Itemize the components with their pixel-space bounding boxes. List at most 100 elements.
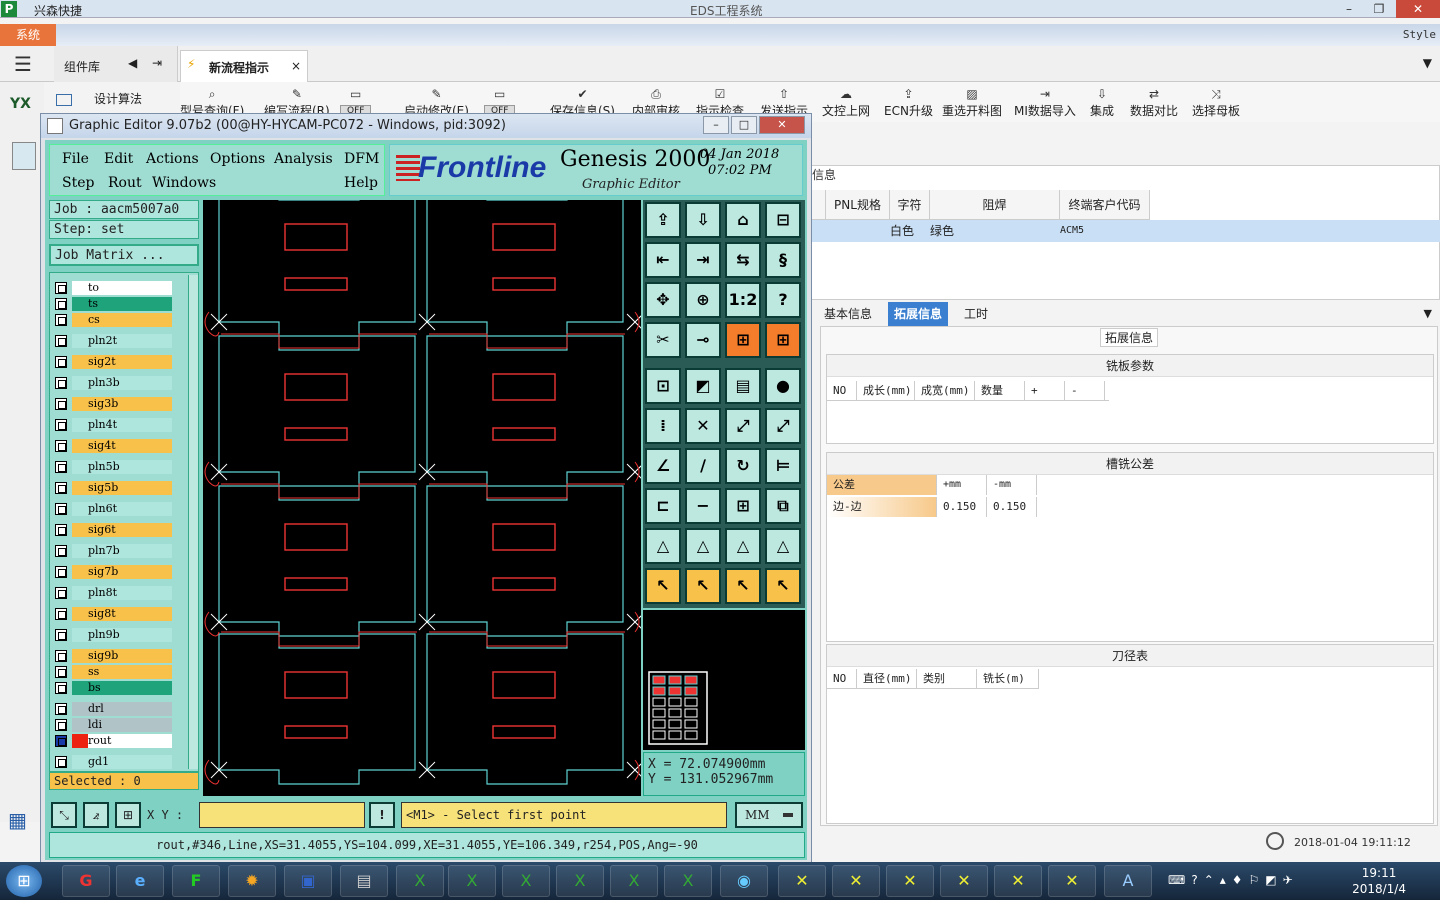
tool-col[interactable]: 类别 bbox=[917, 669, 977, 689]
menu-rout[interactable]: Rout bbox=[108, 175, 142, 191]
taskbar-genesis-icon[interactable]: ✕ bbox=[940, 865, 988, 897]
milling-col[interactable]: + bbox=[1025, 381, 1065, 401]
layer-checkbox[interactable] bbox=[55, 419, 67, 431]
layer-bs[interactable]: bs bbox=[54, 681, 172, 695]
layer-scrollbar[interactable] bbox=[188, 275, 198, 769]
layer-checkbox[interactable] bbox=[55, 482, 67, 494]
menu-file[interactable]: File bbox=[62, 151, 89, 167]
taskbar-ie-icon[interactable]: e bbox=[116, 865, 164, 897]
layer-checkbox[interactable] bbox=[55, 335, 67, 347]
layer-pln2t[interactable]: pln2t bbox=[54, 334, 172, 348]
layer-checkbox[interactable] bbox=[55, 682, 67, 694]
minus-mm-value[interactable]: 0.150 bbox=[987, 497, 1037, 517]
select-icon[interactable]: ⊏ bbox=[645, 488, 681, 524]
plus-mm-value[interactable]: 0.150 bbox=[937, 497, 987, 517]
taskbar-genesis-icon[interactable]: ✕ bbox=[1048, 865, 1096, 897]
layer-pln5b[interactable]: pln5b bbox=[54, 460, 172, 474]
tab-ext-info[interactable]: 拓展信息 bbox=[888, 302, 949, 326]
toolbar-item-12[interactable]: ⇥ MI数据导入 bbox=[1014, 86, 1076, 119]
taskbar-genesis-icon[interactable]: ✕ bbox=[886, 865, 934, 897]
layer-sig2t[interactable]: sig2t bbox=[54, 355, 172, 369]
layer-checkbox[interactable] bbox=[55, 703, 67, 715]
pointer-icon[interactable]: ↖ bbox=[645, 568, 681, 604]
milling-col[interactable]: 成长(mm) bbox=[857, 381, 915, 401]
tab-basic-info[interactable]: 基本信息 bbox=[818, 302, 878, 326]
scale-icon[interactable]: 1:2 bbox=[725, 282, 761, 318]
triangle-icon[interactable]: △ bbox=[645, 528, 681, 564]
layer-checkbox[interactable] bbox=[55, 503, 67, 515]
layer-checkbox[interactable] bbox=[55, 298, 67, 310]
zoom-measure-icon[interactable]: ⦨ bbox=[83, 802, 109, 828]
copy-icon[interactable]: ⧉ bbox=[765, 488, 801, 524]
taskbar-excel-icon[interactable]: X bbox=[556, 865, 604, 897]
graphic-canvas[interactable] bbox=[203, 200, 641, 796]
taskbar-files-icon[interactable]: ▤ bbox=[340, 865, 388, 897]
pin-icon[interactable]: ⇥ bbox=[152, 56, 162, 70]
node-icon[interactable]: ⁞ bbox=[645, 408, 681, 444]
grid-col-customer[interactable]: 终端客户代码 bbox=[1060, 190, 1150, 220]
toolbar-item-9[interactable]: ☁ 文控上网 bbox=[822, 86, 870, 119]
grid-icon[interactable]: ▦ bbox=[8, 808, 27, 832]
tool-col[interactable]: NO bbox=[827, 669, 857, 689]
layer-checkbox[interactable] bbox=[55, 666, 67, 678]
move-icon[interactable]: ⤢ bbox=[725, 408, 761, 444]
system-button[interactable]: 系统 bbox=[0, 24, 56, 46]
layer-sig7b[interactable]: sig7b bbox=[54, 565, 172, 579]
triangle-icon[interactable]: △ bbox=[765, 528, 801, 564]
layer-cs[interactable]: cs bbox=[54, 313, 172, 327]
minimize-button[interactable]: – bbox=[1334, 0, 1364, 18]
milling-col[interactable]: NO bbox=[827, 381, 857, 401]
layer-checkbox[interactable] bbox=[55, 587, 67, 599]
table-row[interactable]: 白色 绿色 ACM5 bbox=[810, 220, 1440, 242]
yx-badge[interactable]: YX bbox=[10, 96, 31, 112]
layer-pln8t[interactable]: pln8t bbox=[54, 586, 172, 600]
tool-col[interactable]: 铣长(m) bbox=[977, 669, 1039, 689]
layer-pln9b[interactable]: pln9b bbox=[54, 628, 172, 642]
next-icon[interactable]: ⇥ bbox=[685, 242, 721, 278]
layer-checkbox[interactable] bbox=[55, 398, 67, 410]
dot-icon[interactable]: ● bbox=[765, 368, 801, 404]
toolbar-item-4[interactable]: ▭ OFF bbox=[484, 86, 516, 117]
pointer-icon[interactable]: ↖ bbox=[725, 568, 761, 604]
grid-icon[interactable]: ⊞ bbox=[725, 322, 761, 358]
layer-pln7b[interactable]: pln7b bbox=[54, 544, 172, 558]
tab-work-hours[interactable]: 工时 bbox=[958, 302, 994, 326]
chevron-down-icon[interactable]: ▼ bbox=[1423, 56, 1432, 70]
job-matrix-button[interactable]: Job Matrix ... bbox=[49, 244, 199, 266]
layer-checkbox[interactable] bbox=[55, 629, 67, 641]
layer-checkbox[interactable] bbox=[55, 566, 67, 578]
layer-pln3b[interactable]: pln3b bbox=[54, 376, 172, 390]
taskbar-shell-icon[interactable]: ✹ bbox=[228, 865, 276, 897]
layer-gd1[interactable]: gd1 bbox=[54, 755, 172, 769]
editor-close-button[interactable]: ✕ bbox=[759, 116, 805, 134]
move-icon[interactable]: ⤢ bbox=[765, 408, 801, 444]
toolbar-item-11[interactable]: ▨ 重选开料图 bbox=[942, 86, 1002, 119]
layer-checkbox[interactable] bbox=[55, 650, 67, 662]
home-icon[interactable]: ⌂ bbox=[725, 202, 761, 238]
minus-icon[interactable]: − bbox=[685, 488, 721, 524]
menu-actions[interactable]: Actions bbox=[146, 151, 199, 167]
fit-icon[interactable]: ✥ bbox=[645, 282, 681, 318]
layer-sig8t[interactable]: sig8t bbox=[54, 607, 172, 621]
close-tab-icon[interactable]: × bbox=[291, 59, 301, 73]
layer-checkbox[interactable] bbox=[55, 735, 67, 747]
menu-analysis[interactable]: Analysis bbox=[274, 151, 333, 167]
line-icon[interactable]: ∕ bbox=[685, 448, 721, 484]
toolbar-item-2[interactable]: ▭ OFF bbox=[340, 86, 372, 117]
toolbar-item-14[interactable]: ⇄ 数据对比 bbox=[1130, 86, 1178, 119]
layer-sig9b[interactable]: sig9b bbox=[54, 649, 172, 663]
info-icon[interactable]: ! bbox=[369, 802, 395, 828]
close-button[interactable]: ✕ bbox=[1396, 0, 1440, 18]
layer-sig4t[interactable]: sig4t bbox=[54, 439, 172, 453]
layer-rout[interactable]: rout bbox=[54, 734, 172, 748]
layer-pln6t[interactable]: pln6t bbox=[54, 502, 172, 516]
layer-checkbox[interactable] bbox=[55, 440, 67, 452]
tool-col[interactable]: 直径(mm) bbox=[857, 669, 917, 689]
milling-col[interactable]: - bbox=[1065, 381, 1105, 401]
layer-to[interactable]: to bbox=[54, 281, 172, 295]
toolbar-item-15[interactable]: ⤨ 选择母板 bbox=[1192, 86, 1240, 119]
grid-col-mask[interactable]: 阻焊 bbox=[930, 190, 1060, 220]
layer-sig3b[interactable]: sig3b bbox=[54, 397, 172, 411]
system-tray-icons[interactable]: ⌨?⌃▴♦⚐◩✈ bbox=[1168, 873, 1299, 887]
layer-checkbox[interactable] bbox=[55, 461, 67, 473]
